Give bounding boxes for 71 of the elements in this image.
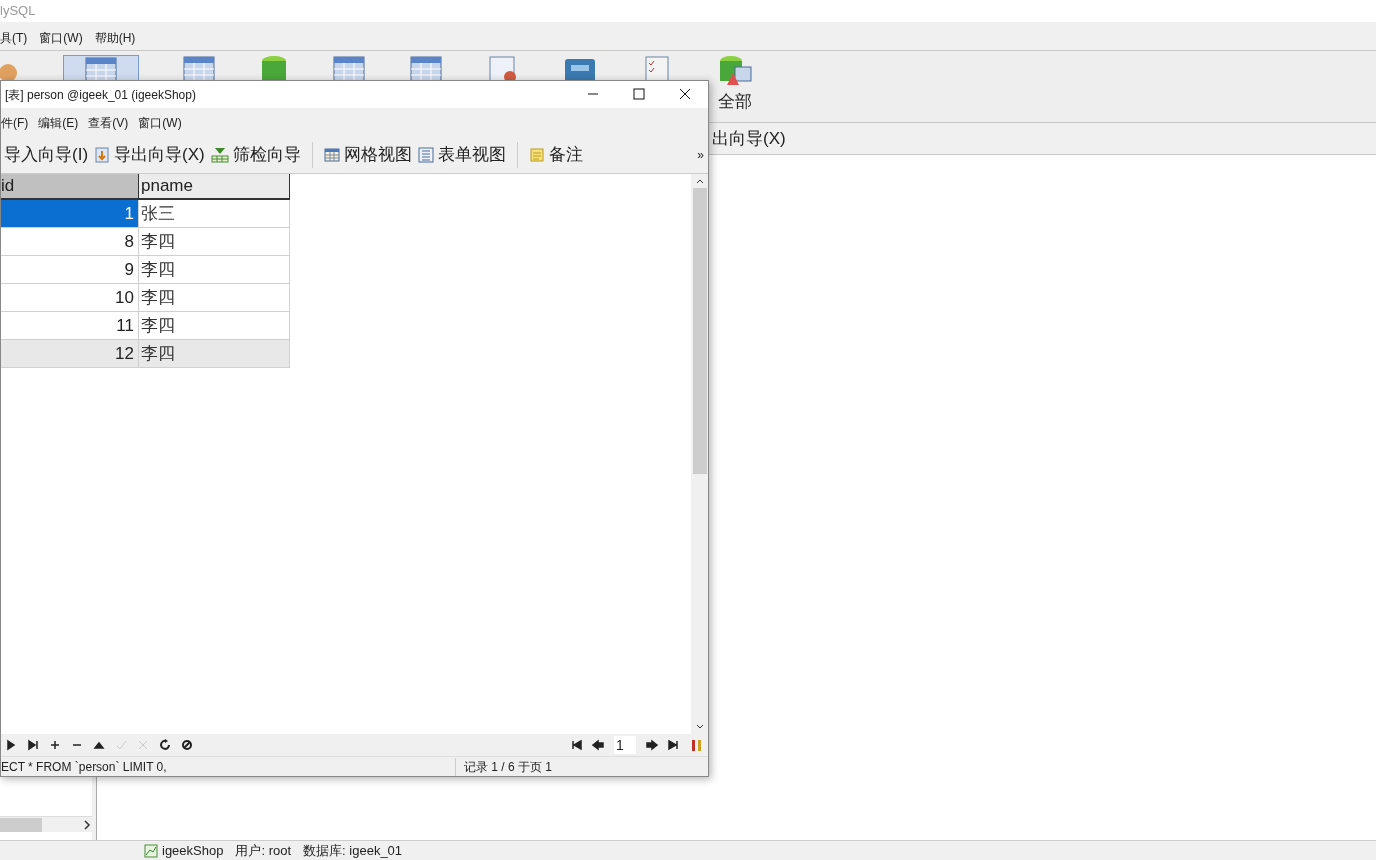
filter-icon [210, 147, 229, 163]
table-cell: 李四 [139, 256, 290, 283]
table-cell: 12 [1, 340, 139, 367]
last-page-icon[interactable] [668, 739, 680, 751]
table-cell: 9 [1, 256, 139, 283]
toolbar-button[interactable]: 筛检向导 [207, 142, 304, 168]
subtoolbar-label[interactable]: 出向导(X) [712, 125, 786, 152]
table-icon[interactable] [182, 55, 216, 83]
table-row[interactable]: 12 李四 [1, 340, 290, 368]
more-tools-button[interactable]: » [697, 146, 708, 164]
table-cell: 李四 [139, 312, 290, 339]
table-icon[interactable] [409, 55, 443, 83]
form-icon [417, 147, 434, 163]
table-cell: 10 [1, 284, 139, 311]
menu-item[interactable]: 窗口(W) [138, 113, 182, 132]
table-row[interactable]: 8 李四 [1, 228, 290, 256]
next-page-icon[interactable] [646, 739, 658, 751]
table-cell: 李四 [139, 340, 290, 367]
toolbar-button[interactable]: 导入向导(I) [1, 142, 92, 168]
toolbar-button[interactable]: 网格视图 [320, 142, 415, 168]
last-record-icon[interactable] [27, 739, 39, 751]
menu-item[interactable]: 具(T) [0, 29, 28, 47]
all-objects-tool[interactable]: 全部 [717, 55, 753, 115]
table-row[interactable]: 10 李四 [1, 284, 290, 312]
toolbar-button[interactable]: 表单视图 [414, 142, 509, 168]
cancel-icon [137, 739, 149, 751]
table-cell: 11 [1, 312, 139, 339]
stop-icon[interactable] [181, 739, 193, 751]
table-cell: 8 [1, 228, 139, 255]
table-row[interactable]: 9 李四 [1, 256, 290, 284]
toolbar-button[interactable]: 导出向导(X) [91, 142, 208, 168]
menu-item[interactable]: 窗口(W) [39, 29, 83, 47]
table-row[interactable]: 1 张三 [1, 200, 290, 228]
table-cell: 李四 [139, 228, 290, 255]
apply-icon [115, 739, 127, 751]
add-icon[interactable] [49, 739, 61, 751]
app-title: lySQL [0, 2, 36, 21]
status-user: 用户: root [235, 841, 292, 860]
menu-item[interactable]: 件(F) [1, 113, 29, 132]
menu-item[interactable]: 帮助(H) [94, 29, 136, 47]
table-row[interactable]: 11 李四 [1, 312, 290, 340]
record-info: 记录 1 / 6 于页 1 [455, 757, 553, 776]
scrollbar-thumb[interactable] [692, 188, 707, 474]
sql-statement: ECT * FROM `person` LIMIT 0, [1, 758, 168, 776]
status-connection: igeekShop [162, 841, 224, 860]
page-field[interactable]: 1 [614, 736, 636, 754]
database-icon[interactable] [259, 55, 289, 83]
toolbar-label: 全部 [718, 91, 752, 113]
status-database: 数据库: igeek_01 [303, 841, 403, 860]
export-icon [94, 147, 111, 163]
scrollbar-thumb[interactable] [0, 817, 42, 832]
refresh-icon[interactable] [159, 739, 171, 751]
scroll-right-icon[interactable] [82, 819, 92, 830]
table-cell: 张三 [139, 200, 290, 227]
note-icon [528, 147, 545, 163]
window-title: [表] person @igeek_01 (igeekShop) [4, 86, 197, 104]
connection-icon [144, 843, 158, 858]
first-page-icon[interactable] [570, 739, 582, 751]
grid-icon [323, 147, 340, 163]
toolbar-button[interactable]: 备注 [525, 142, 586, 168]
menu-item[interactable]: 编辑(E) [38, 113, 79, 132]
menu-item[interactable]: 查看(V) [88, 113, 129, 132]
next-record-icon[interactable] [5, 739, 17, 751]
table-cell: 李四 [139, 284, 290, 311]
database-chart-icon [717, 55, 753, 87]
column-header[interactable]: pname [139, 174, 290, 200]
column-header[interactable]: id [1, 174, 139, 200]
table-icon[interactable] [332, 55, 366, 83]
previous-page-icon[interactable] [592, 739, 604, 751]
table-cell: 1 [1, 200, 139, 227]
up-icon[interactable] [93, 739, 105, 751]
